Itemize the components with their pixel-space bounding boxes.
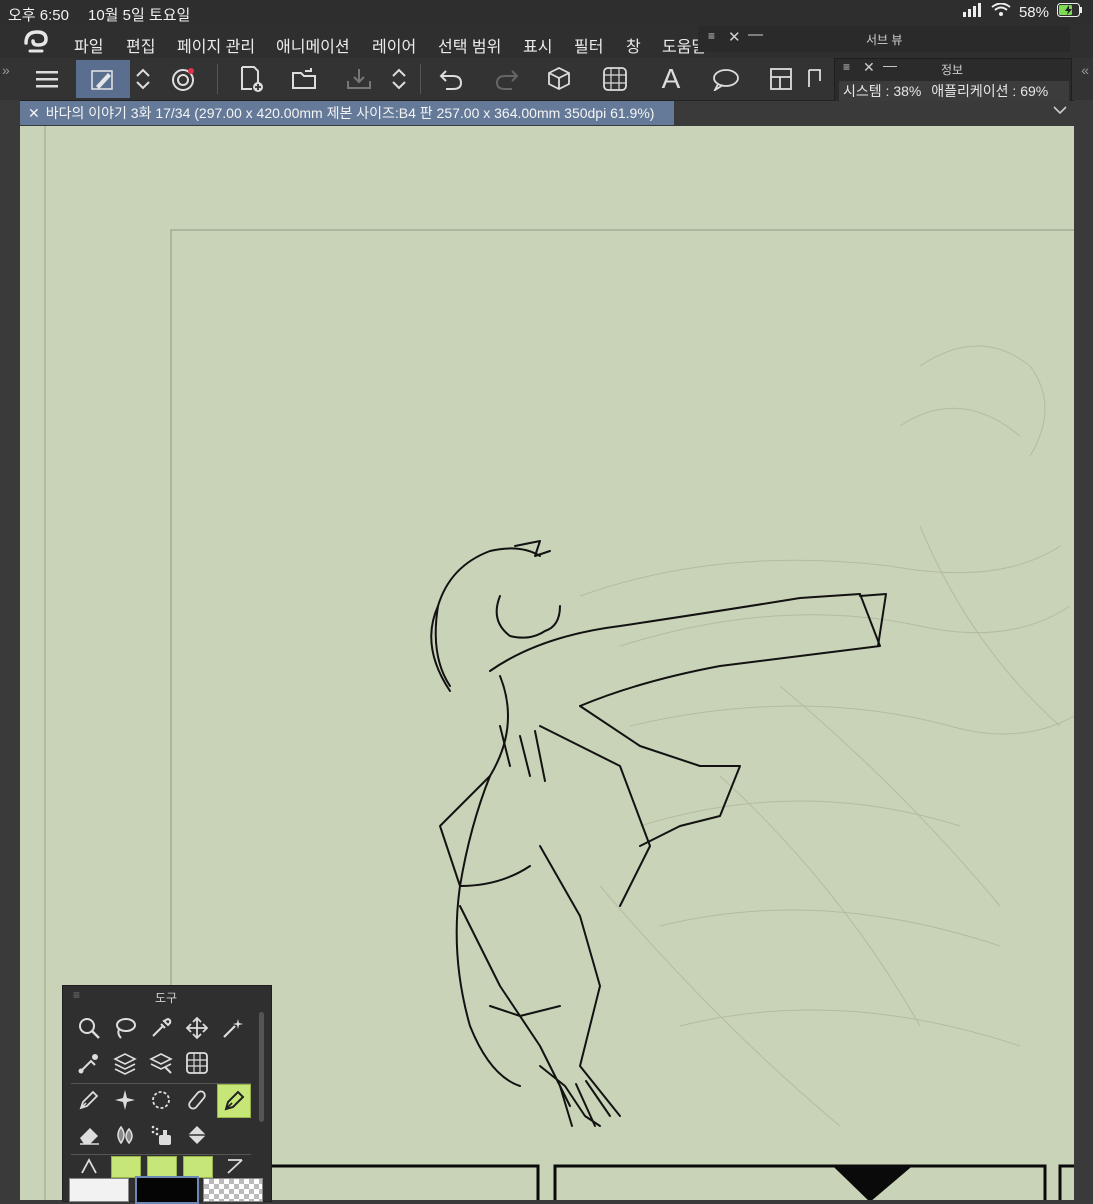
redo-icon[interactable] xyxy=(490,62,524,96)
sub-tool-1-icon[interactable] xyxy=(111,1156,141,1178)
subview-panel-header[interactable]: ≡ ✕ — 서브 뷰 xyxy=(698,26,1070,52)
menu-icon[interactable] xyxy=(30,62,64,96)
menu-animation[interactable]: 애니메이션 xyxy=(276,33,350,57)
panel-icon[interactable] xyxy=(764,62,798,96)
sub-tool-2-icon[interactable] xyxy=(147,1156,177,1178)
layer-select-icon[interactable] xyxy=(109,1047,141,1079)
menu-filter[interactable]: 필터 xyxy=(574,33,603,57)
zoom-icon[interactable] xyxy=(73,1012,105,1044)
menu-view[interactable]: 표시 xyxy=(523,33,552,57)
info-panel: ≡ ✕ — 정보 시스템 : 38% 애플리케이션 : 69% xyxy=(834,57,1072,106)
info-row: 시스템 : 38% 애플리케이션 : 69% xyxy=(839,81,1069,101)
object-select-icon[interactable] xyxy=(73,1047,105,1079)
menu-layer[interactable]: 레이어 xyxy=(372,33,416,57)
clip-studio-logo-icon[interactable] xyxy=(22,29,50,60)
menu-edit[interactable]: 편집 xyxy=(126,33,155,57)
toolbar-divider xyxy=(217,64,218,94)
info-panel-header[interactable]: ≡ ✕ — 정보 xyxy=(835,57,1071,77)
close-tab-icon[interactable]: ✕ xyxy=(20,105,46,121)
menu-selection[interactable]: 선택 범위 xyxy=(438,33,501,57)
lasso-icon[interactable] xyxy=(109,1012,141,1044)
right-gutter xyxy=(1074,100,1093,1200)
app-label: 애플리케이션 : xyxy=(931,83,1017,99)
text-icon[interactable]: A xyxy=(654,62,688,96)
fill-bucket-icon[interactable] xyxy=(181,1119,213,1151)
frame-icon[interactable] xyxy=(598,62,632,96)
status-time: 오후 6:50 xyxy=(8,7,69,24)
app-value: 69% xyxy=(1020,83,1049,99)
menu-window[interactable]: 창 xyxy=(626,33,641,57)
frame-border-icon[interactable] xyxy=(181,1047,213,1079)
menu-file[interactable]: 파일 xyxy=(74,33,103,57)
collapse-right-icon[interactable]: « xyxy=(1081,62,1089,78)
info-title: 정보 xyxy=(941,63,964,77)
sub-tool-4-icon[interactable] xyxy=(219,1156,251,1176)
battery-label: 58% xyxy=(1018,3,1049,21)
brush-swap-icon[interactable] xyxy=(166,62,200,96)
panel-grip-icon[interactable]: ≡ xyxy=(708,29,715,43)
open-folder-icon[interactable] xyxy=(288,62,322,96)
toolbar-divider xyxy=(420,64,421,94)
pencil-icon[interactable] xyxy=(181,1084,213,1116)
minimize-icon[interactable]: — xyxy=(883,57,897,73)
close-icon[interactable]: ✕ xyxy=(863,59,875,76)
ruler-icon[interactable] xyxy=(806,62,826,96)
signal-icon xyxy=(962,3,983,21)
close-icon[interactable]: ✕ xyxy=(728,28,741,46)
blend-icon[interactable] xyxy=(109,1119,141,1151)
chevron-down-icon[interactable] xyxy=(1052,102,1068,123)
new-page-icon[interactable] xyxy=(234,62,268,96)
menu-page-manage[interactable]: 페이지 관리 xyxy=(177,33,255,57)
eyedropper-icon[interactable] xyxy=(145,1012,177,1044)
sparkle-icon[interactable] xyxy=(109,1084,141,1116)
pen-icon[interactable] xyxy=(73,1084,105,1116)
ink-pen-icon[interactable] xyxy=(217,1084,251,1118)
tools-title: 도구 xyxy=(155,991,178,1005)
pen-tool-icon[interactable] xyxy=(76,60,130,98)
ios-status-bar: 오후 6:50 10월 5일 토요일 58% xyxy=(0,0,1093,26)
tool-divider xyxy=(71,1154,251,1155)
panel-grip-icon[interactable]: ≡ xyxy=(73,988,80,1002)
left-gutter xyxy=(0,100,20,1200)
undo-icon[interactable] xyxy=(434,62,468,96)
rotate-icon[interactable] xyxy=(145,1084,177,1116)
magic-wand-icon[interactable] xyxy=(217,1012,249,1044)
text-small-icon[interactable] xyxy=(73,1156,105,1176)
updown-icon[interactable] xyxy=(126,62,160,96)
tools-panel: ≡ 도구 xyxy=(62,985,272,1204)
export-icon[interactable] xyxy=(342,62,376,96)
collapse-left-icon[interactable]: » xyxy=(2,62,10,78)
transparent-color-swatch[interactable] xyxy=(203,1178,263,1202)
airbrush-icon[interactable] xyxy=(145,1119,177,1151)
3d-box-icon[interactable] xyxy=(542,62,576,96)
document-tab[interactable]: ✕ 바다의 이야기 3화 17/34 (297.00 x 420.00mm 제본 … xyxy=(20,101,674,125)
eraser-icon[interactable] xyxy=(73,1119,105,1151)
panel-grip-icon[interactable]: ≡ xyxy=(843,60,850,74)
layer-move-icon[interactable] xyxy=(145,1047,177,1079)
battery-charging-icon xyxy=(1057,3,1083,21)
tab-strip xyxy=(674,101,1074,125)
minimize-icon[interactable]: — xyxy=(748,26,763,43)
sub-color-swatch[interactable] xyxy=(69,1178,129,1202)
sub-tool-3-icon[interactable] xyxy=(183,1156,213,1178)
status-date: 10월 5일 토요일 xyxy=(88,7,191,24)
subview-title: 서브 뷰 xyxy=(866,33,903,47)
updown-icon[interactable] xyxy=(382,62,416,96)
tools-panel-header[interactable]: ≡ 도구 xyxy=(63,986,271,1005)
system-value: 38% xyxy=(893,83,922,99)
balloon-icon[interactable] xyxy=(709,62,743,96)
document-title: 바다의 이야기 3화 17/34 (297.00 x 420.00mm 제본 사… xyxy=(45,105,655,121)
system-label: 시스템 : xyxy=(843,83,890,99)
tools-scrollbar[interactable] xyxy=(259,1012,264,1122)
move-icon[interactable] xyxy=(181,1012,213,1044)
wifi-icon xyxy=(991,2,1011,21)
status-right: 58% xyxy=(962,2,1083,21)
